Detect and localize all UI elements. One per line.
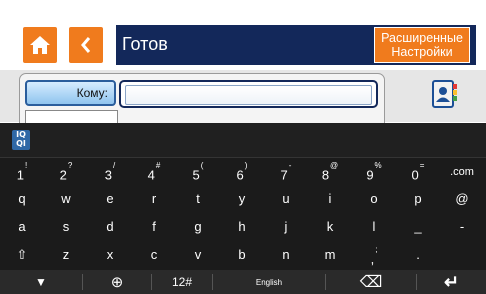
key-s[interactable]: s bbox=[44, 214, 88, 240]
key-e[interactable]: e bbox=[88, 186, 132, 212]
key-1[interactable]: 1! bbox=[0, 158, 44, 184]
key-,[interactable]: ,; bbox=[352, 242, 396, 268]
on-screen-keyboard: IQ QI 1! 2? 3/4# 5(6) 7- 8@ 9% 0= .com q w e r t y u i o p… bbox=[0, 123, 486, 294]
screen: Готов Расширенные Настройки Кому: IQ QI … bbox=[0, 0, 486, 294]
key-f[interactable]: f bbox=[132, 214, 176, 240]
advanced-label-line1: Расширенные bbox=[381, 31, 463, 45]
keyboard-toolbar: IQ QI bbox=[0, 123, 486, 158]
key-_[interactable]: _ bbox=[396, 214, 440, 240]
key-q[interactable]: q bbox=[0, 186, 44, 212]
key-shift[interactable]: ⇧ bbox=[0, 242, 44, 268]
key-t[interactable]: t bbox=[176, 186, 220, 212]
key-w[interactable]: w bbox=[44, 186, 88, 212]
key-n[interactable]: n bbox=[264, 242, 308, 268]
key-.[interactable]: . bbox=[396, 242, 440, 268]
key-i[interactable]: i bbox=[308, 186, 352, 212]
keyboard-logo-icon[interactable]: IQ QI bbox=[12, 130, 30, 150]
key-3[interactable]: 3/ bbox=[88, 158, 132, 184]
key-v[interactable]: v bbox=[176, 242, 220, 268]
contacts-button[interactable] bbox=[427, 76, 463, 112]
key--[interactable]: - bbox=[440, 214, 484, 240]
backspace-button[interactable]: ⌫ bbox=[326, 270, 416, 294]
key-h[interactable]: h bbox=[220, 214, 264, 240]
key-b[interactable]: b bbox=[220, 242, 264, 268]
key-8[interactable]: 8@ bbox=[308, 158, 352, 184]
language-globe-button[interactable]: ⊕ bbox=[83, 270, 151, 294]
key-5[interactable]: 5( bbox=[176, 158, 220, 184]
kebab-menu-icon[interactable] bbox=[478, 34, 484, 58]
key-d[interactable]: d bbox=[88, 214, 132, 240]
key-k[interactable]: k bbox=[308, 214, 352, 240]
key-4[interactable]: 4# bbox=[132, 158, 176, 184]
key-@[interactable]: @ bbox=[440, 186, 484, 212]
home-icon bbox=[30, 36, 50, 54]
to-button[interactable]: Кому: bbox=[25, 80, 116, 106]
key-a[interactable]: a bbox=[0, 214, 44, 240]
space-bar[interactable]: English bbox=[213, 270, 325, 294]
enter-button[interactable]: ↵ bbox=[417, 270, 486, 294]
advanced-label-line2: Настройки bbox=[391, 45, 453, 59]
status-title: Готов bbox=[122, 34, 168, 54]
key-7[interactable]: 7- bbox=[264, 158, 308, 184]
symbols-button[interactable]: 12# bbox=[152, 270, 212, 294]
key-x[interactable]: x bbox=[88, 242, 132, 268]
hide-keyboard-button[interactable]: ▼ bbox=[0, 270, 82, 294]
key-0[interactable]: 0= bbox=[396, 158, 440, 184]
key-2[interactable]: 2? bbox=[44, 158, 88, 184]
chevron-left-icon bbox=[81, 37, 91, 53]
to-input-field[interactable] bbox=[119, 80, 378, 108]
header: Готов Расширенные Настройки bbox=[0, 0, 486, 70]
key-z[interactable]: z bbox=[44, 242, 88, 268]
home-button[interactable] bbox=[23, 27, 57, 63]
key-y[interactable]: y bbox=[220, 186, 264, 212]
key-c[interactable]: c bbox=[132, 242, 176, 268]
key-m[interactable]: m bbox=[308, 242, 352, 268]
key-o[interactable]: o bbox=[352, 186, 396, 212]
to-input-text bbox=[125, 85, 372, 105]
key-.com[interactable]: .com bbox=[440, 158, 484, 184]
address-book-icon bbox=[432, 80, 457, 108]
keyboard-bottom-row: ▼ ⊕ 12# English ⌫ ↵ bbox=[0, 270, 486, 294]
key-l[interactable]: l bbox=[352, 214, 396, 240]
key-g[interactable]: g bbox=[176, 214, 220, 240]
title-bar: Готов Расширенные Настройки bbox=[116, 25, 476, 65]
key-6[interactable]: 6) bbox=[220, 158, 264, 184]
advanced-settings-button[interactable]: Расширенные Настройки bbox=[374, 27, 470, 63]
back-button[interactable] bbox=[69, 27, 103, 63]
key-j[interactable]: j bbox=[264, 214, 308, 240]
key-r[interactable]: r bbox=[132, 186, 176, 212]
key-9[interactable]: 9% bbox=[352, 158, 396, 184]
key-u[interactable]: u bbox=[264, 186, 308, 212]
key-p[interactable]: p bbox=[396, 186, 440, 212]
